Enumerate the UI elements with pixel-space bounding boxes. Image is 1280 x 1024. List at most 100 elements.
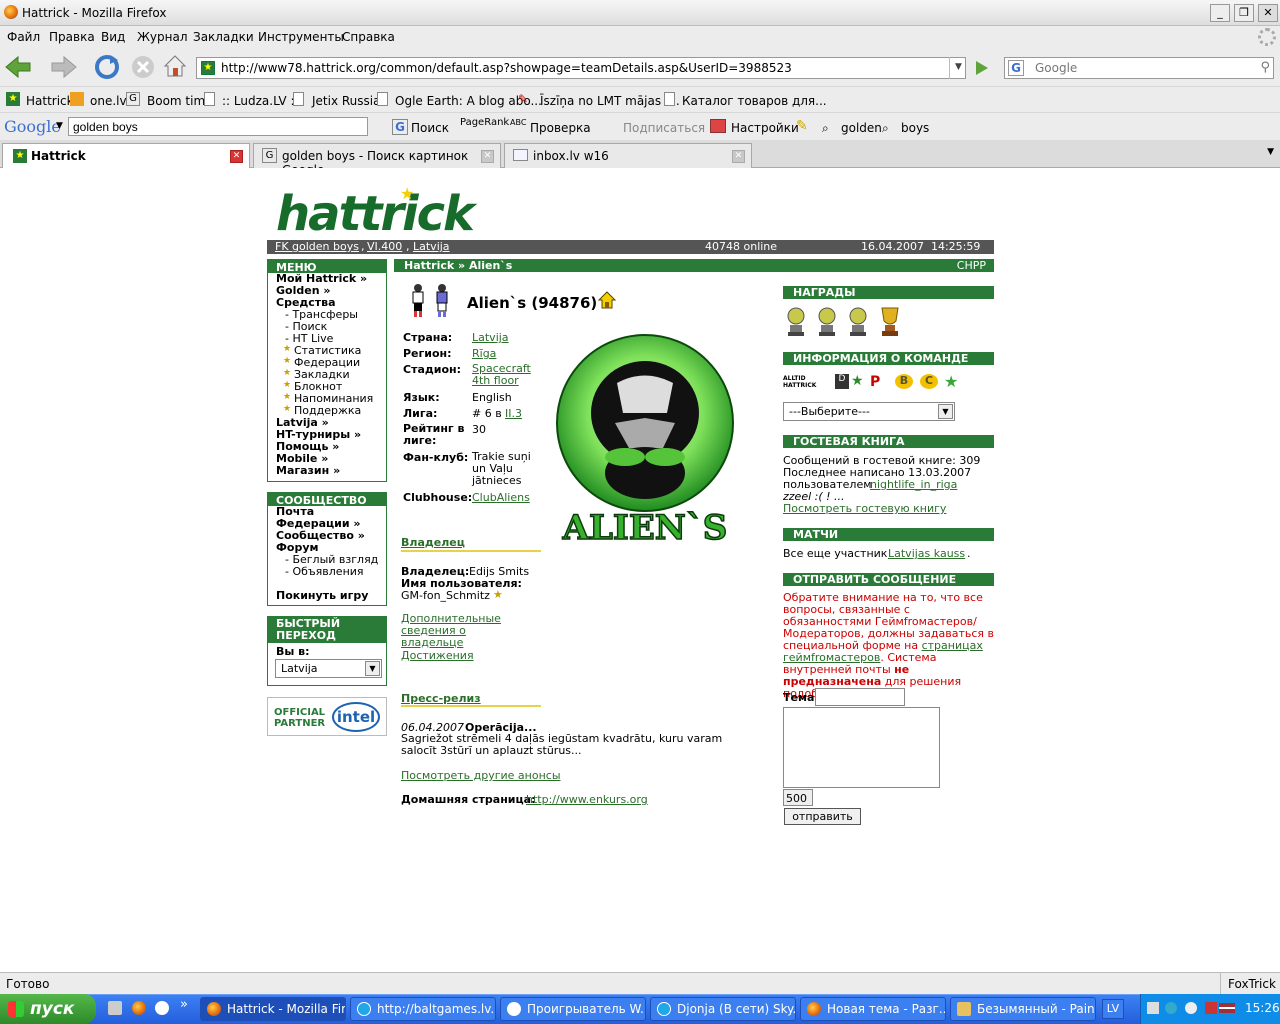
menu-bookmarks[interactable]: Закладки <box>193 30 254 44</box>
country-link[interactable]: Latvija <box>472 331 509 344</box>
star-icon[interactable]: ★ <box>944 372 958 391</box>
chevron-right-icon[interactable]: » <box>180 997 188 1012</box>
quicklaunch-ie-icon[interactable] <box>108 1001 122 1015</box>
p-icon[interactable]: P <box>870 374 880 390</box>
region-link[interactable]: Rīga <box>472 347 496 360</box>
b-icon[interactable]: B <box>895 374 913 389</box>
go-icon[interactable] <box>970 57 992 79</box>
google-search-button[interactable]: Поиск <box>411 121 449 135</box>
home-icon[interactable] <box>162 53 188 79</box>
owner-details-link[interactable]: Дополнительные сведения о владельце <box>401 613 531 649</box>
menu-edit[interactable]: Правка <box>49 30 95 44</box>
menu-tools[interactable]: Инструменты <box>258 30 344 44</box>
breadcrumb[interactable]: Hattrick » Alien`s <box>404 259 512 272</box>
menu-file[interactable]: Файл <box>7 30 40 44</box>
chevron-down-icon[interactable]: ▼ <box>365 661 380 676</box>
google-toolbar-input[interactable] <box>68 117 368 136</box>
c-icon[interactable]: C <box>920 374 938 389</box>
magnifier-icon[interactable]: ⚲ <box>1260 60 1270 75</box>
google-search-icon[interactable]: G <box>392 119 408 135</box>
guestbook-user-link[interactable]: nightlife_in_riga <box>870 478 957 491</box>
tray-icon[interactable] <box>1185 1002 1197 1014</box>
start-button[interactable]: пуск <box>0 994 96 1024</box>
magnifier-icon: ⌕ <box>822 121 829 135</box>
bookmark-jetix[interactable]: Jetix Russia <box>312 94 380 108</box>
menu-shop[interactable]: Магазин » <box>276 464 340 477</box>
clubhouse-link[interactable]: ClubAliens <box>472 491 530 504</box>
bookmark-lmt[interactable]: Īszīņa no LMT mājas l... <box>540 94 680 108</box>
taskbar-item-paint[interactable]: Безымянный - Paint <box>950 997 1096 1021</box>
tray-icon[interactable] <box>1205 1002 1217 1014</box>
language-indicator[interactable]: LV <box>1102 999 1124 1019</box>
subject-input[interactable] <box>815 688 905 706</box>
quicklaunch-firefox-icon[interactable] <box>132 1001 146 1015</box>
taskbar-item-new-topic[interactable]: Новая тема - Разг... <box>800 997 946 1021</box>
partner-box[interactable]: OFFICIAL PARTNER intel <box>267 697 387 736</box>
taskbar-item-hattrick[interactable]: Hattrick - Mozilla Fir... <box>200 997 346 1021</box>
star-icon[interactable]: ★ <box>851 373 864 389</box>
url-dropdown-icon[interactable]: ▼ <box>949 57 967 79</box>
close-tab-icon[interactable]: ✕ <box>732 150 745 163</box>
teaminfo-select[interactable]: ---Выберите--- ▼ <box>783 402 955 421</box>
close-tab-icon[interactable]: ✕ <box>230 150 243 163</box>
menu-help[interactable]: Справка <box>342 30 395 44</box>
tray-icon[interactable] <box>1147 1002 1159 1014</box>
search-word-golden[interactable]: golden <box>841 121 882 135</box>
team-link[interactable]: FK golden boys <box>275 240 359 253</box>
close-button[interactable]: ✕ <box>1258 4 1278 22</box>
country-link[interactable]: Latvija <box>413 240 450 253</box>
close-tab-icon[interactable]: ✕ <box>481 150 494 163</box>
home-icon[interactable] <box>597 290 617 310</box>
message-textarea[interactable] <box>783 707 940 788</box>
forward-icon[interactable] <box>50 55 78 79</box>
tray-icon[interactable] <box>1165 1002 1177 1014</box>
bookmark-boomtime[interactable]: Boom time <box>147 94 213 108</box>
spellcheck-button[interactable]: Проверка <box>530 121 591 135</box>
tab-golden-boys[interactable]: G golden boys - Поиск картинок Google ✕ <box>253 143 501 177</box>
search-box[interactable]: G Google ⚲ <box>1004 57 1274 79</box>
menu-view[interactable]: Вид <box>101 30 125 44</box>
press-more-link[interactable]: Посмотреть другие анонсы <box>401 769 561 782</box>
league-link[interactable]: VI.400 <box>367 240 402 253</box>
settings-button[interactable]: Настройки <box>731 121 799 135</box>
cup-link[interactable]: Latvijas kauss <box>888 547 965 560</box>
homepage-link[interactable]: http://www.enkurs.org <box>526 793 648 806</box>
forum-announcements[interactable]: - Объявления <box>285 565 364 578</box>
tab-hattrick[interactable]: ★ Hattrick ✕ <box>2 143 250 168</box>
subscribe-button[interactable]: Подписаться <box>623 121 705 135</box>
bookmark-onelv[interactable]: one.lv <box>90 94 127 108</box>
leave-game-link[interactable]: Покинуть игру <box>276 589 368 602</box>
achievements-link[interactable]: Достижения <box>401 649 474 662</box>
highlighter-icon[interactable]: ✎ <box>796 118 808 134</box>
bookmark-catalog[interactable]: Каталог товаров для... <box>682 94 827 108</box>
stadium-link[interactable]: Spacecraft 4th floor <box>472 363 538 387</box>
chevron-down-icon[interactable]: ▼ <box>56 121 63 131</box>
search-word-boys[interactable]: boys <box>901 121 929 135</box>
taskbar-item-baltgames[interactable]: http://baltgames.lv.... <box>350 997 496 1021</box>
menu-history[interactable]: Журнал <box>137 30 188 44</box>
hattrick-logo[interactable]: hattrick <box>276 186 475 242</box>
stats-icon[interactable]: D <box>835 374 849 389</box>
maximize-button[interactable]: ❐ <box>1234 4 1254 22</box>
taskbar-item-player[interactable]: Проигрыватель W... <box>500 997 646 1021</box>
send-button[interactable]: отправить <box>784 808 861 825</box>
league-link[interactable]: II.3 <box>505 407 522 420</box>
url-bar[interactable]: ★ http://www78.hattrick.org/common/defau… <box>196 57 966 79</box>
taskbar-item-skype[interactable]: Djonja (В сети) Sky... <box>650 997 796 1021</box>
chevron-down-icon[interactable]: ▼ <box>938 404 953 419</box>
minimize-button[interactable]: _ <box>1210 4 1230 22</box>
back-icon[interactable] <box>4 55 32 79</box>
foxtrick-status[interactable]: FoxTrick <box>1228 977 1276 991</box>
bookmark-hattrick[interactable]: Hattrick <box>26 94 74 108</box>
tab-inbox[interactable]: inbox.lv w16 ✕ <box>504 143 752 168</box>
google-engine-icon[interactable]: G <box>1008 60 1024 76</box>
alltid-hattrick-icon[interactable]: ALLTID HATTRICK <box>783 375 831 389</box>
tab-list-icon[interactable]: ▼ <box>1267 147 1274 157</box>
stop-icon[interactable] <box>130 54 156 80</box>
guestbook-link[interactable]: Посмотреть гостевую книгу <box>783 502 946 515</box>
quick-nav-select[interactable]: Latvija ▼ <box>275 659 382 678</box>
bookmark-ludza[interactable]: :: Ludza.LV :: <box>222 94 299 108</box>
quicklaunch-media-icon[interactable] <box>155 1001 169 1015</box>
reload-icon[interactable] <box>94 54 120 80</box>
chpp-link[interactable]: CHPP <box>957 259 986 272</box>
